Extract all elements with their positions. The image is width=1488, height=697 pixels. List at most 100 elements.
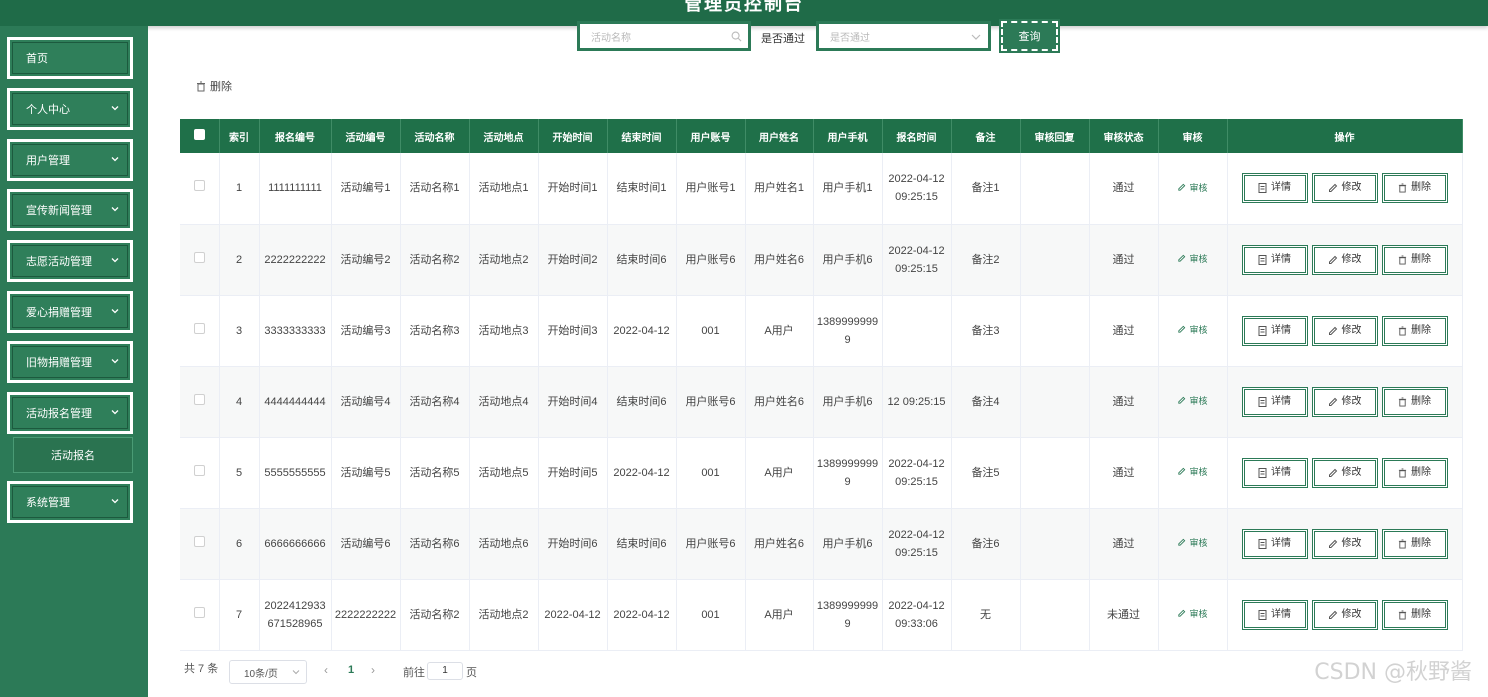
sidebar-item-1[interactable]: 个人中心 bbox=[7, 88, 133, 130]
cell-start: 2022-04-12 bbox=[538, 579, 608, 651]
sidebar-item-7[interactable]: 活动报名管理 bbox=[7, 392, 133, 434]
row-checkbox[interactable] bbox=[193, 251, 205, 263]
row-select-cell[interactable] bbox=[180, 579, 220, 651]
row-checkbox[interactable] bbox=[193, 535, 205, 547]
prev-page-icon[interactable]: ‹ bbox=[324, 663, 328, 677]
sidebar: 首页个人中心用户管理宣传新闻管理 志愿活动管理 爱心捐赠管理旧物捐赠管理 活动报名管理… bbox=[0, 26, 148, 697]
cell-act-name: 活动名称2 bbox=[400, 224, 470, 296]
detail-button[interactable]: 详情 bbox=[1241, 457, 1308, 488]
audit-link[interactable]: 审核 bbox=[1177, 250, 1208, 268]
edit-icon bbox=[1178, 467, 1186, 475]
cell-act-no: 2222222222 bbox=[331, 579, 401, 651]
delete-button[interactable]: 删除 bbox=[1381, 599, 1448, 630]
sidebar-item-2[interactable]: 用户管理 bbox=[7, 139, 133, 181]
cell-end: 结束时间6 bbox=[607, 224, 677, 296]
edit-button[interactable]: 修改 bbox=[1311, 173, 1378, 204]
sidebar-item-5[interactable]: 爱心捐赠管理 bbox=[7, 291, 133, 333]
sidebar-item-4[interactable]: 志愿活动管理 bbox=[7, 240, 133, 282]
delete-button[interactable]: 删除 bbox=[1381, 457, 1448, 488]
chevron-down-icon bbox=[111, 207, 119, 212]
detail-button[interactable]: 详情 bbox=[1241, 386, 1308, 417]
cell-start: 开始时间6 bbox=[538, 508, 608, 580]
cell-name: 用户姓名6 bbox=[745, 224, 814, 296]
cell-location: 活动地点1 bbox=[469, 153, 539, 225]
sidebar-item-6[interactable]: 旧物捐赠管理 bbox=[7, 341, 133, 383]
detail-label: 详情 bbox=[1271, 182, 1291, 194]
submenu-item-activity-registration[interactable]: 活动报名 bbox=[13, 437, 133, 473]
row-checkbox[interactable] bbox=[193, 180, 205, 192]
table-row: 6 6666666666 活动编号6 活动名称6 活动地点6 开始时间6 结束时间6 用户账号… bbox=[180, 508, 1463, 580]
row-checkbox[interactable] bbox=[193, 322, 205, 334]
sidebar-item-0[interactable]: 首页 bbox=[7, 37, 133, 79]
edit-label: 修改 bbox=[1341, 395, 1362, 407]
detail-button[interactable]: 详情 bbox=[1241, 599, 1308, 630]
cell-start: 开始时间2 bbox=[538, 224, 608, 296]
audit-link[interactable]: 审核 bbox=[1177, 392, 1208, 410]
detail-button[interactable]: 详情 bbox=[1241, 528, 1308, 559]
row-select-cell[interactable] bbox=[180, 295, 220, 367]
row-select-cell[interactable] bbox=[180, 508, 220, 580]
row-checkbox[interactable] bbox=[193, 606, 205, 618]
row-select-cell[interactable] bbox=[180, 224, 220, 296]
audit-link[interactable]: 审核 bbox=[1177, 463, 1208, 481]
next-page-icon[interactable]: › bbox=[371, 663, 375, 677]
cell-end: 结束时间6 bbox=[607, 508, 677, 580]
goto-page-input[interactable]: 1 bbox=[427, 662, 463, 680]
operations-cell: 详情 修改 删除 bbox=[1227, 295, 1463, 367]
row-select-cell[interactable] bbox=[180, 366, 220, 438]
cell-reg-no: 1111111111 bbox=[259, 153, 332, 225]
audit-label: 审核 bbox=[1189, 608, 1208, 619]
activity-name-input[interactable]: 活动名称 bbox=[577, 21, 751, 51]
sidebar-item-8[interactable]: 系统管理 bbox=[7, 481, 133, 523]
delete-button[interactable]: 删除 bbox=[1381, 528, 1448, 559]
row-select-cell[interactable] bbox=[180, 153, 220, 225]
table-row: 2 2222222222 活动编号2 活动名称2 活动地点2 开始时间2 结束时间6 用户账号… bbox=[180, 224, 1463, 296]
sidebar-item-3[interactable]: 宣传新闻管理 bbox=[7, 189, 133, 231]
edit-button[interactable]: 修改 bbox=[1311, 386, 1378, 417]
edit-button[interactable]: 修改 bbox=[1311, 528, 1378, 559]
audit-link[interactable]: 审核 bbox=[1177, 321, 1208, 339]
edit-icon bbox=[1328, 184, 1337, 193]
sidebar-item-label: 活动报名管理 bbox=[26, 408, 92, 420]
audit-label: 审核 bbox=[1189, 466, 1208, 477]
select-all-cell[interactable] bbox=[180, 119, 220, 153]
cell-end: 结束时间1 bbox=[607, 153, 677, 225]
cell-start: 开始时间1 bbox=[538, 153, 608, 225]
detail-button[interactable]: 详情 bbox=[1241, 173, 1308, 204]
delete-button[interactable]: 删除 bbox=[1381, 386, 1448, 417]
cell-phone: 用户手机6 bbox=[813, 508, 883, 580]
edit-button[interactable]: 修改 bbox=[1311, 315, 1378, 346]
cell-remark: 备注4 bbox=[951, 366, 1021, 438]
delete-button[interactable]: 删除 bbox=[1381, 315, 1448, 346]
chevron-down-icon bbox=[971, 34, 981, 40]
cell-phone: 13899999999 bbox=[813, 295, 883, 367]
table-row: 7 2022412933671528965 2222222222 活动名称2 活动地点2… bbox=[180, 579, 1463, 651]
sidebar-item-label: 旧物捐赠管理 bbox=[26, 357, 92, 369]
cell-act-name: 活动名称5 bbox=[400, 437, 470, 509]
pass-select[interactable]: 是否通过 bbox=[816, 21, 991, 51]
delete-button[interactable]: 删除 bbox=[1381, 244, 1448, 275]
current-page[interactable]: 1 bbox=[348, 664, 354, 676]
row-checkbox[interactable] bbox=[193, 393, 205, 405]
query-button[interactable]: 查询 bbox=[999, 19, 1060, 53]
operations-cell: 详情 修改 删除 bbox=[1227, 437, 1463, 509]
row-checkbox[interactable] bbox=[193, 464, 205, 476]
edit-button[interactable]: 修改 bbox=[1311, 244, 1378, 275]
select-all-checkbox[interactable] bbox=[193, 129, 205, 140]
delete-button[interactable]: 删除 bbox=[1381, 173, 1448, 204]
detail-button[interactable]: 详情 bbox=[1241, 315, 1308, 346]
cell-reply bbox=[1020, 153, 1090, 225]
cell-end: 2022-04-12 bbox=[607, 295, 677, 367]
row-select-cell[interactable] bbox=[180, 437, 220, 509]
page-size-select[interactable]: 10条/页 bbox=[229, 660, 307, 684]
audit-link[interactable]: 审核 bbox=[1177, 605, 1208, 623]
edit-button[interactable]: 修改 bbox=[1311, 599, 1378, 630]
batch-delete-button[interactable]: 删除 bbox=[196, 78, 232, 94]
cell-name: A用户 bbox=[745, 295, 814, 367]
goto-prefix: 前往 bbox=[403, 667, 425, 679]
edit-button[interactable]: 修改 bbox=[1311, 457, 1378, 488]
audit-link[interactable]: 审核 bbox=[1177, 534, 1208, 552]
operations-cell: 详情 修改 删除 bbox=[1227, 224, 1463, 296]
detail-button[interactable]: 详情 bbox=[1241, 244, 1308, 275]
audit-link[interactable]: 审核 bbox=[1177, 179, 1208, 197]
